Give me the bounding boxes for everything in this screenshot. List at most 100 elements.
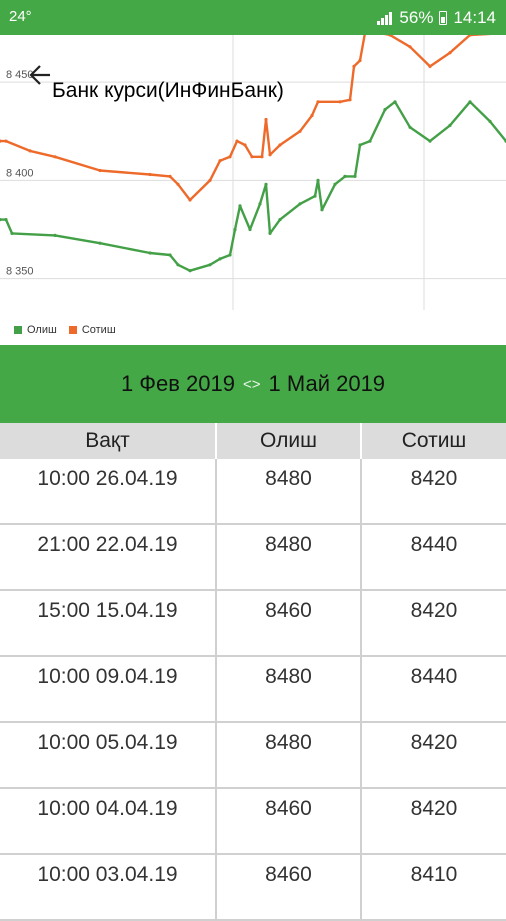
cell-time: 10:00 03.04.19 [0,855,217,919]
column-header-sell: Сотиш [401,429,467,452]
data-point-buy [228,253,232,257]
data-point-sell [188,198,192,202]
date-range-separator: <> [243,375,261,393]
data-point-sell [408,45,412,49]
rates-table-body: 10:00 26.04.19 8480 8420 21:00 22.04.19 … [0,459,506,921]
data-point-sell [298,129,302,133]
battery-icon [439,11,448,25]
data-point-buy [393,100,397,104]
y-tick-label: 8 400 [6,167,34,179]
legend-swatch-buy [14,326,22,334]
cell-buy: 8480 [217,723,362,787]
cell-buy: 8460 [217,855,362,919]
data-point-buy [10,231,14,235]
chart-plot: 8 3508 4008 450 [0,35,506,310]
data-point-sell [260,155,264,159]
cell-buy: 8460 [217,591,362,655]
data-point-buy [278,218,282,222]
table-header: Вақт Олиш Сотиш [0,423,506,459]
data-point-sell [310,113,314,118]
cell-time: 15:00 15.04.19 [0,591,217,655]
data-point-buy [218,257,222,261]
cell-sell: 8410 [410,863,458,886]
data-point-sell [228,155,232,159]
legend-label-sell: Сотиш [81,324,116,336]
data-point-buy [168,253,172,257]
cell-time: 21:00 22.04.19 [0,525,217,589]
data-point-sell [168,174,172,178]
data-point-sell [218,159,222,163]
data-point-buy [320,208,324,212]
cell-sell: 8420 [410,731,458,754]
cell-sell: 8420 [410,797,458,820]
data-point-sell [98,168,102,173]
table-row[interactable]: 21:00 22.04.19 8480 8440 [0,525,506,591]
data-point-buy [448,123,452,127]
data-point-buy [368,139,372,143]
cell-buy: 8480 [217,459,362,523]
page-title: Банк курси(ИнФинБанк) [52,79,284,102]
data-point-sell [208,178,212,182]
data-point-sell [352,64,356,68]
table-row[interactable]: 10:00 04.04.19 8460 8420 [0,789,506,855]
cell-buy: 8480 [217,657,362,721]
data-point-buy [268,231,272,235]
table-row[interactable]: 10:00 09.04.19 8480 8440 [0,657,506,723]
data-point-buy [316,178,320,182]
data-point-buy [428,139,432,143]
data-point-buy [264,182,268,186]
legend-swatch-sell [68,326,77,334]
data-point-sell [176,182,180,186]
data-point-buy [358,143,362,147]
cell-sell: 8440 [410,665,458,688]
data-point-sell [148,172,152,177]
battery-percent: 56% [399,8,434,27]
cell-buy: 8480 [217,525,362,589]
data-point-sell [250,155,254,159]
date-range-end[interactable]: 1 Май 2019 [269,371,386,397]
data-point-buy [208,263,212,267]
data-point-buy [333,182,337,186]
data-point-buy [176,263,180,267]
status-bar: 24° 56% 14:14 [0,0,506,35]
data-point-buy [238,204,242,208]
legend-item-sell: Сотиш [68,324,116,336]
series-line-buy [0,100,506,272]
y-tick-label: 8 350 [6,266,34,278]
data-point-sell [243,143,247,147]
column-header-time: Вақт [0,423,217,459]
data-point-buy [488,119,492,123]
data-point-sell [53,155,57,159]
data-point-sell [28,149,32,153]
data-point-sell [235,139,239,143]
table-row[interactable]: 10:00 05.04.19 8480 8420 [0,723,506,789]
date-range-start[interactable]: 1 Фев 2019 [121,371,235,397]
date-range-bar[interactable]: 1 Фев 2019 <> 1 Май 2019 [0,345,506,423]
data-point-sell [348,98,352,102]
data-point-sell [268,153,272,157]
data-point-buy [98,241,102,245]
data-point-sell [264,117,268,122]
status-right: 56% 14:14 [377,8,496,28]
legend-item-buy: Олиш [14,324,57,336]
back-arrow-icon[interactable] [26,61,54,89]
cell-time: 10:00 05.04.19 [0,723,217,787]
data-point-buy [248,227,252,232]
legend-label-buy: Олиш [27,324,57,336]
table-row[interactable]: 15:00 15.04.19 8460 8420 [0,591,506,657]
series-line-sell [0,35,492,202]
rate-chart[interactable]: 8 350 8 400 8 450 Банк курси(ИнФинБанк) Ол… [0,35,506,345]
data-point-sell [316,100,320,104]
data-point-buy [298,202,302,206]
data-point-buy [353,174,357,178]
signal-icon [377,11,393,25]
data-point-buy [188,269,192,273]
table-row[interactable]: 10:00 26.04.19 8480 8420 [0,459,506,525]
data-point-sell [358,58,362,63]
table-row[interactable]: 10:00 03.04.19 8460 8410 [0,855,506,921]
data-point-buy [313,194,317,198]
cell-sell: 8420 [410,467,458,490]
data-point-buy [53,233,57,237]
data-point-sell [428,64,432,68]
column-header-buy: Олиш [217,423,362,459]
